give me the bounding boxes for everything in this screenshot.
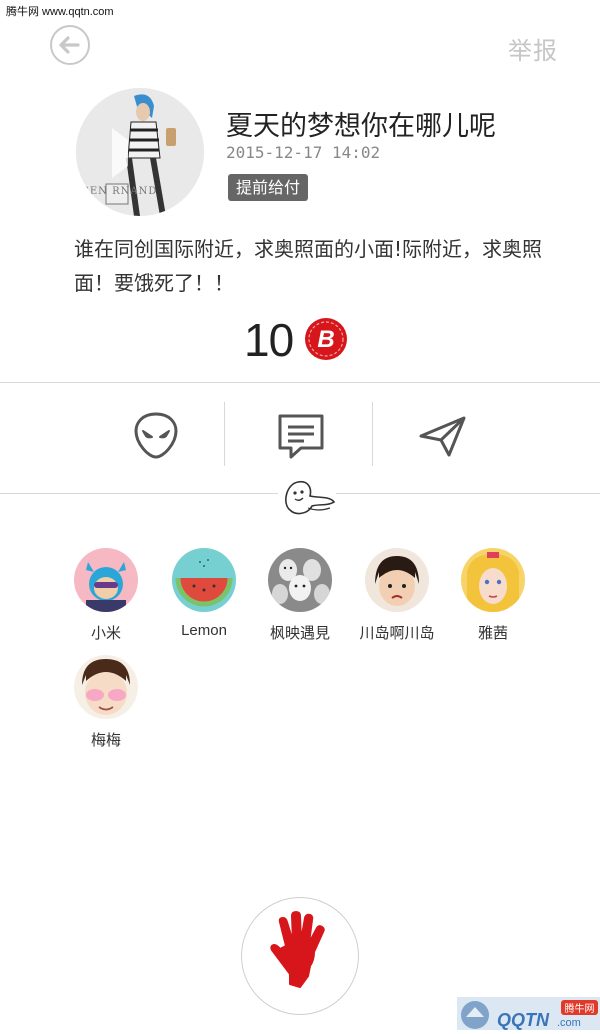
post-title: 夏天的梦想你在哪儿呢: [226, 111, 496, 142]
report-button[interactable]: 举报: [508, 31, 558, 66]
action-separator: [372, 402, 373, 466]
user-item[interactable]: 梅梅: [66, 655, 146, 750]
qqtn-badge: 腾牛网: [565, 1002, 595, 1015]
avatar: [74, 548, 138, 612]
status-badge: 提前给付: [228, 174, 309, 201]
alien-action-button[interactable]: [126, 405, 186, 465]
qqtn-brand: QQTN: [497, 1010, 550, 1030]
reward-amount: 10: [244, 314, 294, 366]
qqtn-watermark: QQTN .com 腾牛网: [457, 997, 600, 1030]
action-separator: [224, 402, 225, 466]
user-name: 川岛啊川岛: [359, 624, 435, 642]
user-item[interactable]: 川岛啊川岛: [357, 548, 437, 643]
coin-badge-icon: B: [304, 317, 348, 361]
poster-avatar[interactable]: SEN RNAND: [76, 88, 204, 216]
user-name: 雅茜: [477, 624, 508, 642]
user-name: 枫映遇見: [269, 624, 330, 642]
comment-action-button[interactable]: [271, 405, 331, 465]
avatar: [268, 548, 332, 612]
post-content: 谁在同创国际附近，求奥照面的小面!际附近，求奥照面！要饿死了！！: [74, 237, 543, 295]
hand-button[interactable]: [241, 897, 359, 1015]
site-watermark: 腾牛网 www.qqtn.com: [6, 6, 114, 18]
hand-icon: [270, 911, 325, 988]
user-item[interactable]: Lemon: [164, 548, 244, 639]
qqtn-suffix: .com: [557, 1017, 581, 1029]
user-name: 梅梅: [90, 731, 121, 749]
comment-icon: [278, 414, 324, 459]
send-action-button[interactable]: [412, 405, 472, 465]
post-time: 2015-12-17 14:02: [226, 143, 381, 162]
user-item[interactable]: 小米: [66, 548, 146, 643]
avatar: [461, 548, 525, 612]
svg-text:SEN RNAND: SEN RNAND: [82, 186, 157, 197]
back-arrow-icon: [59, 36, 80, 54]
coin-badge-letter: B: [317, 326, 334, 353]
user-name: Lemon: [181, 622, 227, 639]
avatar: [365, 548, 429, 612]
user-name: 小米: [90, 624, 121, 642]
user-item[interactable]: 雅茜: [453, 548, 533, 643]
avatar: [74, 655, 138, 719]
send-icon: [419, 416, 466, 457]
divider-top: [0, 382, 600, 383]
back-button[interactable]: [50, 25, 90, 65]
mascot-icon: [278, 476, 336, 520]
user-item[interactable]: 枫映遇見: [260, 548, 340, 643]
alien-face-icon: [134, 412, 178, 459]
avatar: [172, 548, 236, 612]
